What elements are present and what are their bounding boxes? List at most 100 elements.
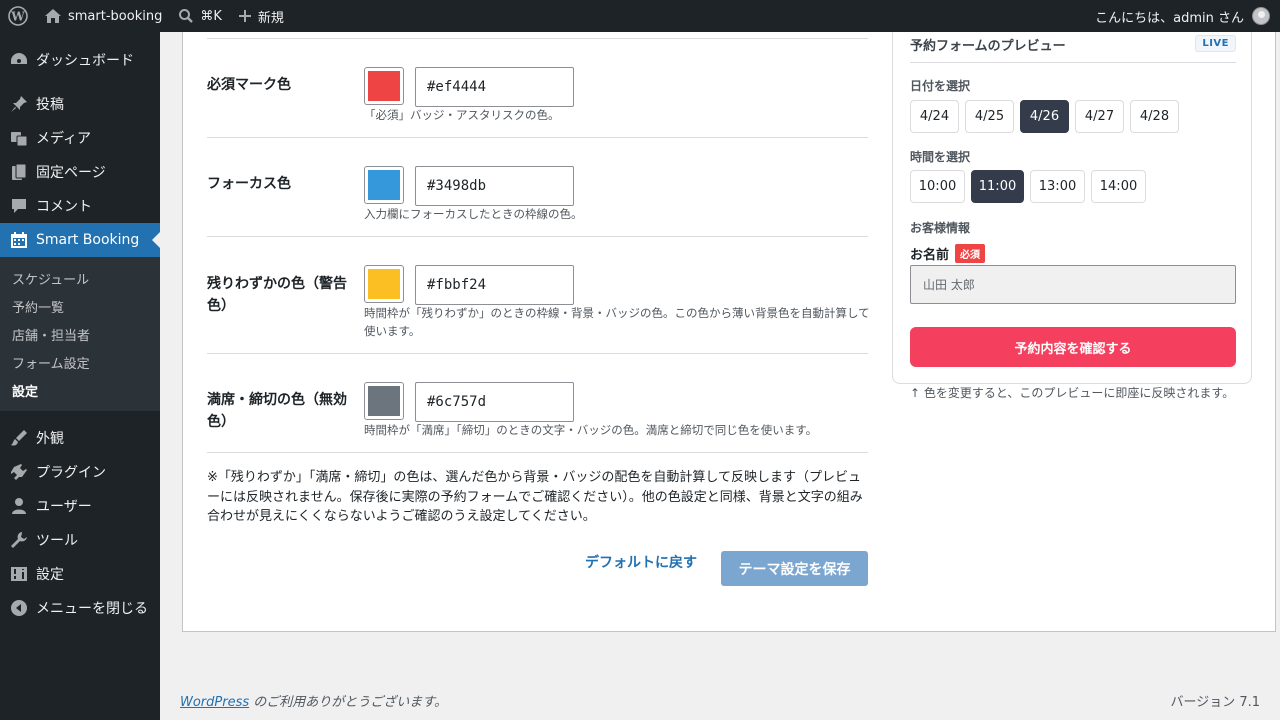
divider <box>207 236 868 237</box>
sidebar-item-label: 固定ページ <box>36 165 106 181</box>
reset-defaults-button[interactable]: デフォルトに戻す <box>585 552 697 572</box>
search-icon <box>178 8 194 24</box>
sidebar-item-label: 外観 <box>36 431 64 447</box>
svg-text:W: W <box>10 10 25 24</box>
wrench-icon <box>10 531 28 549</box>
sidebar-item-posts[interactable]: 投稿 <box>0 87 160 121</box>
divider <box>207 38 868 39</box>
form-preview-panel: 予約フォームのプレビュー LIVE 日付を選択 4/24 4/25 4/26 4… <box>892 32 1252 384</box>
sidebar-item-label: ユーザー <box>36 499 92 515</box>
sidebar-item-comments[interactable]: コメント <box>0 189 160 223</box>
save-theme-button[interactable]: テーマ設定を保存 <box>721 551 868 586</box>
admin-bar: W smart-booking ⌘K 新規 こんにちは、admin さん <box>0 0 1280 32</box>
sidebar-item-dashboard[interactable]: ダッシュボード <box>0 43 160 77</box>
divider <box>207 353 868 354</box>
name-field-label: お名前 必須 <box>910 244 986 263</box>
divider <box>910 62 1236 63</box>
color-hex-input[interactable]: #6c757d <box>415 382 574 422</box>
sidebar-item-pages[interactable]: 固定ページ <box>0 155 160 189</box>
admin-sidebar: ダッシュボード 投稿 メディア 固定ページ コメント Smart Booking… <box>0 32 160 720</box>
greeting: こんにちは、admin さん <box>1095 10 1244 26</box>
customer-info-label: お客様情報 <box>910 221 971 235</box>
sidebar-item-settings[interactable]: 設定 <box>0 557 160 591</box>
sidebar-item-label: コメント <box>36 199 92 215</box>
calendar-icon <box>10 231 28 249</box>
time-label: 時間を選択 <box>910 150 971 164</box>
site-name: smart-booking <box>68 8 163 24</box>
wordpress-logo-icon[interactable]: W <box>0 0 36 32</box>
command-search[interactable]: ⌘K <box>170 0 230 32</box>
confirm-booking-button[interactable]: 予約内容を確認する <box>910 327 1236 367</box>
date-option[interactable]: 4/25 <box>965 100 1014 133</box>
account-menu[interactable]: こんにちは、admin さん <box>1095 0 1270 32</box>
new-content-link[interactable]: 新規 <box>230 0 292 32</box>
color-swatch[interactable] <box>364 67 404 105</box>
plugin-icon <box>10 463 28 481</box>
live-badge: LIVE <box>1195 35 1236 52</box>
sidebar-item-label: 設定 <box>36 567 64 583</box>
color-swatch[interactable] <box>364 382 404 420</box>
comment-icon <box>10 197 28 215</box>
date-option[interactable]: 4/27 <box>1075 100 1124 133</box>
submenu-item-schedule[interactable]: スケジュール <box>0 264 160 292</box>
setting-label: 必須マーク色 <box>207 77 291 93</box>
setting-label: 満席・締切の色（無効色） <box>207 392 347 430</box>
sidebar-item-label: プラグイン <box>36 465 106 481</box>
plus-icon <box>238 9 252 23</box>
time-options: 10:00 11:00 13:00 14:00 <box>910 170 1146 203</box>
media-icon <box>10 129 28 147</box>
sidebar-item-users[interactable]: ユーザー <box>0 489 160 523</box>
sidebar-item-media[interactable]: メディア <box>0 121 160 155</box>
footer-text: のご利用ありがとうございます。 <box>249 695 447 710</box>
color-swatch[interactable] <box>364 265 404 303</box>
dashboard-icon <box>10 51 28 69</box>
submenu-item-bookings[interactable]: 予約一覧 <box>0 292 160 320</box>
search-shortcut: ⌘K <box>200 8 222 24</box>
sidebar-item-label: ダッシュボード <box>36 53 134 69</box>
date-option-selected[interactable]: 4/26 <box>1020 100 1069 133</box>
version-text: バージョン 7.1 <box>1170 695 1260 710</box>
divider <box>207 137 868 138</box>
color-note: ※「残りわずか」「満席・締切」の色は、選んだ色から背景・バッジの配色を自動計算し… <box>207 470 863 524</box>
collapse-menu-button[interactable]: メニューを閉じる <box>0 591 160 625</box>
sidebar-item-label: メディア <box>36 131 92 147</box>
date-option[interactable]: 4/24 <box>910 100 959 133</box>
setting-description: 「必須」バッジ・アスタリスクの色。 <box>364 108 560 122</box>
color-hex-input[interactable]: #3498db <box>415 166 574 206</box>
color-hex-input[interactable]: #fbbf24 <box>415 265 574 305</box>
sidebar-item-plugins[interactable]: プラグイン <box>0 455 160 489</box>
time-option-selected[interactable]: 11:00 <box>971 170 1024 203</box>
submenu-item-stores[interactable]: 店舗・担当者 <box>0 320 160 348</box>
page-icon <box>10 163 28 181</box>
home-icon <box>44 8 62 24</box>
site-name-link[interactable]: smart-booking <box>36 0 170 32</box>
setting-label: 残りわずかの色（警告色） <box>207 276 347 314</box>
footer-thanks: WordPress のご利用ありがとうございます。 <box>180 691 447 710</box>
new-label: 新規 <box>257 10 284 26</box>
preview-title: 予約フォームのプレビュー <box>910 39 1066 54</box>
sidebar-item-label: メニューを閉じる <box>36 601 148 617</box>
time-option[interactable]: 14:00 <box>1091 170 1146 203</box>
settings-icon <box>10 565 28 583</box>
time-option[interactable]: 13:00 <box>1030 170 1085 203</box>
avatar <box>1252 7 1270 25</box>
setting-description: 入力欄にフォーカスしたときの枠線の色。 <box>364 207 583 221</box>
date-option[interactable]: 4/28 <box>1130 100 1179 133</box>
settings-card: 必須マーク色 #ef4444 「必須」バッジ・アスタリスクの色。 フォーカス色 … <box>182 32 1276 632</box>
submenu-item-form-settings[interactable]: フォーム設定 <box>0 348 160 376</box>
sidebar-item-label: ツール <box>36 533 78 549</box>
name-input[interactable]: 山田 太郎 <box>910 265 1236 304</box>
sidebar-item-tools[interactable]: ツール <box>0 523 160 557</box>
collapse-icon <box>10 599 28 617</box>
sidebar-item-appearance[interactable]: 外観 <box>0 421 160 455</box>
sidebar-item-smart-booking[interactable]: Smart Booking <box>0 223 160 257</box>
submenu-item-settings[interactable]: 設定 <box>0 376 160 404</box>
color-swatch[interactable] <box>364 166 404 204</box>
date-label: 日付を選択 <box>910 79 971 93</box>
time-option[interactable]: 10:00 <box>910 170 965 203</box>
setting-description: 時間枠が「残りわずか」のときの枠線・背景・バッジの色。この色から薄い背景色を自動… <box>364 306 870 338</box>
color-hex-input[interactable]: #ef4444 <box>415 67 574 107</box>
pin-icon <box>10 95 28 113</box>
wordpress-link[interactable]: WordPress <box>180 695 249 710</box>
sidebar-item-label: Smart Booking <box>36 232 140 248</box>
